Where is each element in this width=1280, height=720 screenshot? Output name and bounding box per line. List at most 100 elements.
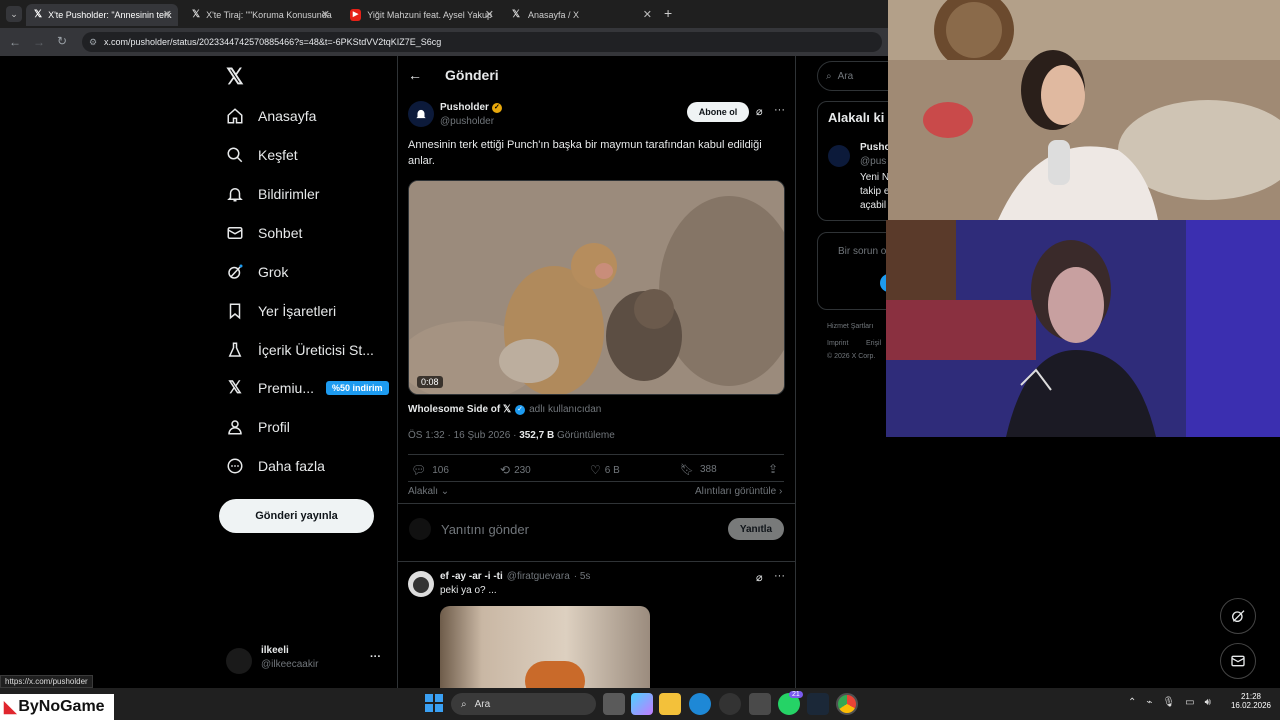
more-circle-icon xyxy=(224,455,246,477)
post-timestamp[interactable]: ÖS 1:32 · 16 Şub 2026 · xyxy=(408,430,516,441)
close-icon[interactable]: ✕ xyxy=(321,8,330,21)
task-view-icon[interactable] xyxy=(603,693,625,715)
sidebar-item-profile[interactable]: Profil xyxy=(224,412,290,442)
sidebar-item-home[interactable]: Anasayfa xyxy=(224,101,316,131)
sidebar-item-notifications[interactable]: Bildirimler xyxy=(224,179,319,209)
video-player[interactable]: 0:08 xyxy=(408,180,785,395)
follow-button[interactable]: Abone ol xyxy=(687,102,749,122)
more-options-icon[interactable]: ··· xyxy=(774,104,785,116)
card-bio-2: takip e xyxy=(860,186,890,197)
copilot-icon[interactable] xyxy=(631,693,653,715)
tab-2[interactable]: 𝕏 X'te Tiraj: ""Koruma Konusunda ✕ xyxy=(184,4,336,26)
footer-accessibility[interactable]: Erişil xyxy=(866,340,881,347)
sort-dropdown[interactable]: Alakalı ⌄ xyxy=(408,486,449,497)
url-field[interactable]: ⚙ x.com/pusholder/status/202334474257088… xyxy=(82,32,882,52)
reload-icon[interactable]: ↻ xyxy=(57,34,67,48)
sidebar-item-premium[interactable]: 𝕏 Premiu... %50 indirim xyxy=(224,373,389,403)
account-more-icon[interactable]: ··· xyxy=(370,651,381,663)
card-avatar[interactable] xyxy=(828,145,850,167)
post-button[interactable]: Gönderi yayınla xyxy=(219,499,374,533)
steam-icon[interactable] xyxy=(807,693,829,715)
sidebar-item-messages[interactable]: Sohbet xyxy=(224,218,302,248)
close-icon[interactable]: ✕ xyxy=(643,8,652,21)
site-info-icon[interactable]: ⚙ xyxy=(89,32,97,52)
view-quotes-link[interactable]: Alıntıları görüntüle › xyxy=(695,486,782,497)
sidebar-item-more[interactable]: Daha fazla xyxy=(224,451,325,481)
avatar[interactable] xyxy=(226,648,252,674)
chrome-icon[interactable] xyxy=(836,693,858,715)
tab-label: Anasayfa / X xyxy=(528,10,580,20)
edge-icon[interactable] xyxy=(689,693,711,715)
video-source: Wholesome Side of 𝕏 ✓ adlı kullanıcıdan xyxy=(408,404,601,415)
webcam-frame-1 xyxy=(888,0,1280,220)
sidebar-item-grok[interactable]: Grok xyxy=(224,257,288,287)
sidebar-item-explore[interactable]: Keşfet xyxy=(224,140,298,170)
messages-float-button[interactable] xyxy=(1220,643,1256,679)
volume-icon[interactable]: 🔊︎ xyxy=(1205,697,1211,708)
url-text: x.com/pusholder/status/20233447425708854… xyxy=(104,37,442,47)
forward-icon[interactable]: → xyxy=(33,35,45,49)
new-tab-icon[interactable]: + xyxy=(664,5,672,21)
close-icon[interactable]: ✕ xyxy=(485,8,494,21)
bynogame-watermark: ◣ ByNoGame xyxy=(0,694,114,720)
reply-time[interactable]: · 5s xyxy=(574,571,591,582)
back-arrow-icon[interactable]: ← xyxy=(408,67,422,83)
relevant-title: Alakalı ki xyxy=(828,110,885,125)
sidebar-item-bookmarks[interactable]: Yer İşaretleri xyxy=(224,296,336,326)
chevron-up-icon[interactable]: ⌃ xyxy=(1128,697,1136,708)
file-explorer-icon[interactable] xyxy=(659,693,681,715)
search-icon: ⌕ xyxy=(461,698,467,710)
sidebar-item-creator-studio[interactable]: İçerik Üreticisi St... xyxy=(224,335,374,365)
page-title: Gönderi xyxy=(445,67,499,83)
reply-button[interactable]: Yanıtla xyxy=(728,518,784,540)
heart-icon: ♡ xyxy=(590,463,601,477)
view-label: Görüntüleme xyxy=(557,430,615,441)
back-icon[interactable]: ← xyxy=(9,35,21,49)
youtube-icon: ▶ xyxy=(350,9,362,21)
grok-float-button[interactable] xyxy=(1220,598,1256,634)
author-avatar[interactable] xyxy=(408,101,434,127)
obs-icon[interactable] xyxy=(719,693,741,715)
author-name[interactable]: Pusholder xyxy=(440,102,489,113)
reply-author-handle[interactable]: @firatguevara xyxy=(507,571,570,582)
reply-count-button[interactable]: 💬︎ 106 xyxy=(411,463,449,477)
bookmark-count-button[interactable]: 🔖︎ 388 xyxy=(680,463,717,476)
like-count-button[interactable]: ♡ 6 B xyxy=(590,463,620,477)
tab-active[interactable]: 𝕏 X'te Pusholder: "Annesinin terk ✕ xyxy=(26,4,178,26)
source-name[interactable]: Wholesome Side of 𝕏 xyxy=(408,404,511,415)
reply-author-name[interactable]: ef -ay -ar -i -ti xyxy=(440,571,503,582)
grok-icon xyxy=(224,261,246,283)
clock-time: 21:28 xyxy=(1240,692,1262,701)
x-logo-icon: 𝕏 xyxy=(34,9,43,20)
reply-media[interactable] xyxy=(440,606,650,688)
store-icon[interactable] xyxy=(749,693,771,715)
source-suffix: adlı kullanıcıdan xyxy=(529,404,602,415)
display-icon[interactable]: ▭ xyxy=(1185,697,1194,708)
author-handle[interactable]: @pusholder xyxy=(440,116,494,127)
tab-search-icon[interactable]: ⌄ xyxy=(6,6,22,22)
network-icon[interactable]: ⌁ xyxy=(1146,697,1152,708)
windows-start-icon[interactable] xyxy=(425,694,443,712)
tab-label: X'te Pusholder: "Annesinin terk xyxy=(48,10,172,20)
taskbar-search[interactable]: ⌕ Ara xyxy=(451,693,596,715)
more-options-icon[interactable]: ··· xyxy=(774,570,785,582)
tab-4[interactable]: 𝕏 Anasayfa / X ✕ xyxy=(502,4,658,26)
x-logo-icon[interactable]: 𝕏 xyxy=(226,64,244,90)
card-name[interactable]: Pusho xyxy=(860,142,891,153)
tab-3[interactable]: ▶ Yiğit Mahzuni feat. Aysel Yakup ✕ xyxy=(342,4,500,26)
repost-count-button[interactable]: ⟲ 230 xyxy=(500,463,531,477)
sidebar-item-label: Sohbet xyxy=(258,225,303,241)
reply-author-avatar[interactable] xyxy=(408,571,434,597)
reply-input[interactable]: Yanıtını gönder xyxy=(441,522,529,537)
search-box[interactable]: ⌕ Ara xyxy=(817,61,896,91)
grok-icon[interactable]: ⌀ xyxy=(756,571,763,584)
mic-icon[interactable]: 🎙︎ xyxy=(1162,697,1175,708)
footer-imprint[interactable]: Imprint xyxy=(827,340,848,347)
clock[interactable]: 21:28 16.02.2026 xyxy=(1228,692,1274,710)
sidebar-item-label: Anasayfa xyxy=(258,108,317,124)
footer-terms[interactable]: Hizmet Şartları xyxy=(827,323,873,330)
close-icon[interactable]: ✕ xyxy=(163,8,172,21)
grok-icon[interactable]: ⌀ xyxy=(756,105,763,118)
share-icon[interactable]: ⇪ xyxy=(768,462,778,476)
card-handle[interactable]: @pus xyxy=(860,156,886,167)
